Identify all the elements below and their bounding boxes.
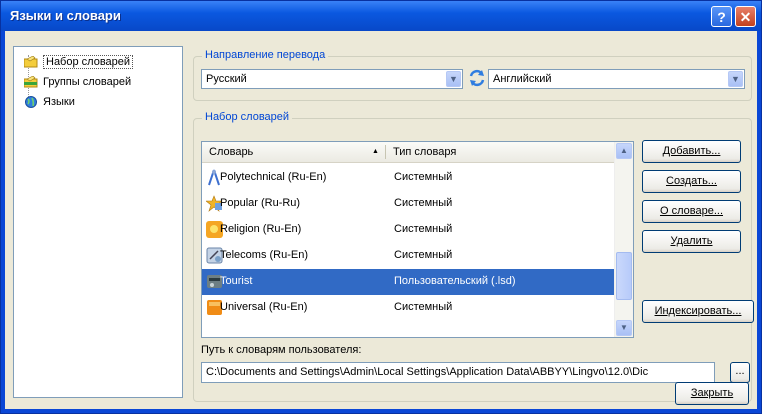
- dictionary-name: Tourist: [220, 275, 253, 287]
- list-scrollbar[interactable]: ▲ ▼: [614, 142, 633, 337]
- title-bar[interactable]: Языки и словари ? ✕: [1, 1, 761, 31]
- source-language-value: Русский: [206, 73, 247, 85]
- dictionary-name: Popular (Ru-Ru): [220, 197, 301, 209]
- target-language-select[interactable]: Английский ▼: [488, 69, 745, 89]
- target-language-value: Английский: [493, 73, 552, 85]
- chevron-down-icon[interactable]: ▼: [728, 71, 743, 87]
- tree-item-dictionary-set[interactable]: Набор словарей: [24, 53, 134, 71]
- tree-item-dictionary-groups[interactable]: Группы словарей: [24, 73, 131, 91]
- direction-group: Направление перевода Русский ▼ Английски…: [193, 49, 752, 101]
- column-dictionary[interactable]: Словарь: [209, 146, 253, 158]
- table-row[interactable]: Universal (Ru-En) Системный: [202, 295, 616, 321]
- user-dictionaries-path-input[interactable]: C:\Documents and Settings\Admin\Local Se…: [201, 362, 715, 383]
- dictionary-list[interactable]: Словарь ▲ Тип словаря Polytechnical (Ru-…: [201, 141, 634, 338]
- dictionary-set-group-title: Набор словарей: [202, 111, 293, 123]
- tree-item-label: Языки: [43, 96, 75, 108]
- dictionary-type: Системный: [394, 223, 453, 235]
- direction-group-title: Направление перевода: [202, 49, 329, 61]
- add-button[interactable]: Добавить...: [642, 140, 741, 163]
- table-row-selected[interactable]: Tourist Пользовательский (.lsd): [202, 269, 616, 295]
- table-row[interactable]: Polytechnical (Ru-En) Системный: [202, 165, 616, 191]
- table-row[interactable]: Telecoms (Ru-En) Системный: [202, 243, 616, 269]
- column-dictionary-type[interactable]: Тип словаря: [393, 146, 456, 158]
- browse-button[interactable]: ...: [730, 362, 750, 383]
- dictionary-type: Системный: [394, 171, 453, 183]
- dictionary-name: Telecoms (Ru-En): [220, 249, 309, 261]
- delete-button[interactable]: Удалить: [642, 230, 741, 253]
- folder-pencil-green-icon: [24, 76, 38, 88]
- source-language-select[interactable]: Русский ▼: [201, 69, 463, 89]
- scroll-thumb[interactable]: [616, 252, 632, 300]
- sort-ascending-icon: ▲: [372, 148, 379, 155]
- dictionary-type: Системный: [394, 301, 453, 313]
- dictionary-type: Системный: [394, 249, 453, 261]
- dialog-body: Набор словарей Группы словарей Языки Нап…: [5, 31, 757, 409]
- create-button[interactable]: Создать...: [642, 170, 741, 193]
- table-row[interactable]: Religion (Ru-En) Системный: [202, 217, 616, 243]
- user-dictionaries-path-label: Путь к словарям пользователя:: [201, 344, 362, 356]
- tree-item-languages[interactable]: Языки: [24, 93, 75, 111]
- path-value: C:\Documents and Settings\Admin\Local Se…: [206, 366, 649, 378]
- window-title: Языки и словари: [10, 8, 121, 23]
- list-header: Словарь ▲ Тип словаря: [202, 142, 616, 163]
- close-window-button[interactable]: ✕: [735, 6, 756, 27]
- help-button[interactable]: ?: [711, 6, 732, 27]
- tree-item-label: Группы словарей: [43, 76, 132, 88]
- index-button[interactable]: Индексировать...: [642, 300, 754, 323]
- about-dictionary-button[interactable]: О словаре...: [642, 200, 741, 223]
- dialog-window: Языки и словари ? ✕ Набор словарей Групп…: [0, 0, 762, 414]
- tree-item-label: Набор словарей: [43, 55, 134, 69]
- dictionary-name: Religion (Ru-En): [220, 223, 302, 235]
- dictionary-type: Системный: [394, 197, 453, 209]
- dictionary-type: Пользовательский (.lsd): [394, 275, 516, 287]
- dictionary-set-group: Набор словарей Словарь ▲ Тип словаря Pol…: [193, 111, 754, 402]
- chevron-down-icon[interactable]: ▼: [446, 71, 461, 87]
- scroll-down-icon[interactable]: ▼: [616, 320, 632, 336]
- folder-pencil-yellow-icon: [24, 56, 38, 68]
- table-row[interactable]: Popular (Ru-Ru) Системный: [202, 191, 616, 217]
- swap-arrows-icon[interactable]: [468, 69, 486, 87]
- dictionary-name: Universal (Ru-En): [220, 301, 308, 313]
- scroll-up-icon[interactable]: ▲: [616, 143, 632, 159]
- close-button[interactable]: Закрыть: [675, 382, 749, 405]
- globe-icon: [25, 96, 37, 109]
- category-tree[interactable]: Набор словарей Группы словарей Языки: [13, 46, 183, 398]
- dictionary-name: Polytechnical (Ru-En): [220, 171, 327, 183]
